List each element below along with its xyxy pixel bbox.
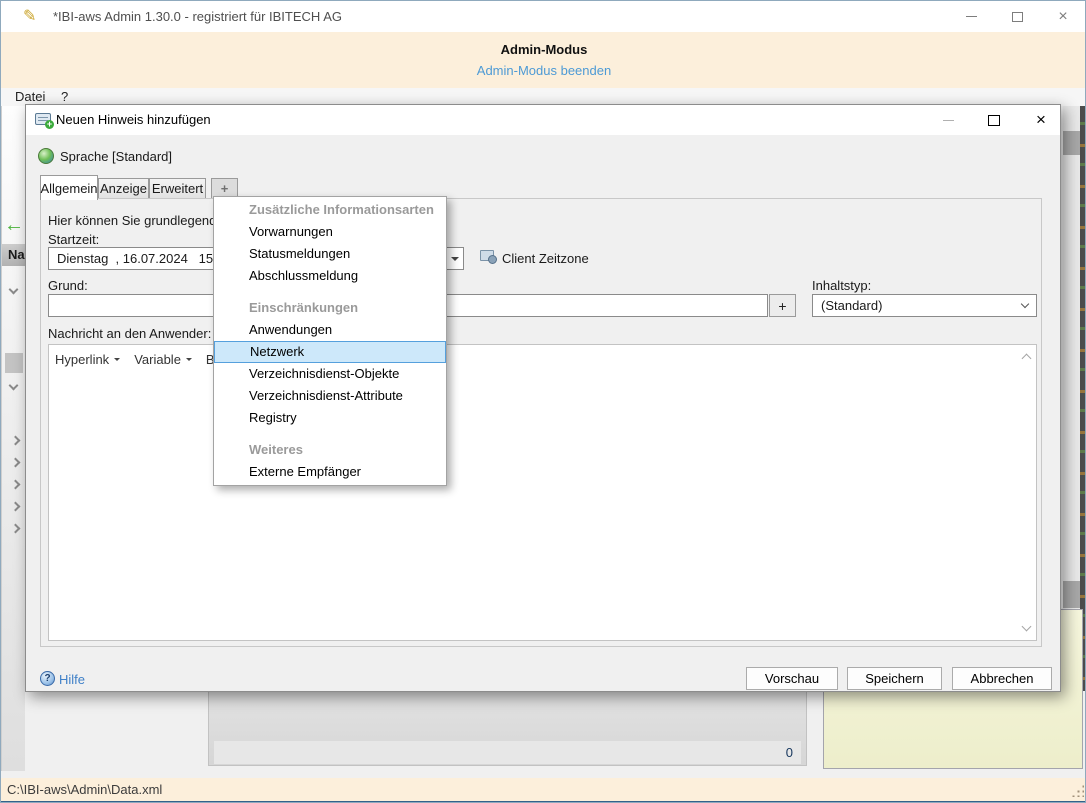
minimize-icon <box>943 120 954 121</box>
back-arrow-icon[interactable]: ← <box>4 214 24 236</box>
startzeit-dropdown-button[interactable] <box>446 248 463 269</box>
resize-grip[interactable] <box>1071 784 1084 797</box>
tree-collapse-icon[interactable] <box>11 436 21 446</box>
grund-label: Grund: <box>48 278 88 293</box>
tab-allgemein[interactable]: Allgemein <box>40 175 98 200</box>
maximize-icon <box>988 115 1000 126</box>
maximize-icon <box>1012 12 1023 22</box>
popup-item-verzeichnisdienst-attribute[interactable]: Verzeichnisdienst-Attribute <box>214 385 446 407</box>
count-field: 0 <box>214 741 801 764</box>
tree-column-header-label: Na <box>2 247 25 262</box>
popup-item-vorwarnungen[interactable]: Vorwarnungen <box>214 221 446 243</box>
dialog-neuen-hinweis: + Neuen Hinweis hinzufügen × Sprache [St… <box>25 104 1061 692</box>
close-icon: × <box>1058 8 1067 26</box>
main-maximize-button[interactable] <box>997 1 1037 32</box>
speichern-button[interactable]: Speichern <box>847 667 942 690</box>
popup-header-weiteres: Weiteres <box>214 439 446 461</box>
dialog-maximize-button[interactable] <box>978 105 1010 135</box>
client-timezone-icon <box>480 250 494 261</box>
popup-header-einschraenkungen: Einschränkungen <box>214 297 446 319</box>
background-marker-strip <box>1080 106 1086 691</box>
popup-item-statusmeldungen[interactable]: Statusmeldungen <box>214 243 446 265</box>
main-minimize-button[interactable] <box>951 1 991 32</box>
chevron-down-icon <box>114 358 120 361</box>
popup-item-netzwerk[interactable]: Netzwerk <box>214 341 446 363</box>
popup-item-abschlussmeldung[interactable]: Abschlussmeldung <box>214 265 446 287</box>
main-window-title: *IBI-aws Admin 1.30.0 - registriert für … <box>53 1 342 32</box>
admin-mode-exit-link[interactable]: Admin-Modus beenden <box>1 63 1086 78</box>
chevron-down-icon <box>1021 300 1029 308</box>
main-titlebar: ✎ *IBI-aws Admin 1.30.0 - registriert fü… <box>1 1 1086 32</box>
status-bar: C:\IBI-aws\Admin\Data.xml <box>1 778 1086 801</box>
timezone-label: Client Zeitzone <box>502 251 589 266</box>
startzeit-label: Startzeit: <box>48 232 99 247</box>
app-icon: ✎ <box>23 8 41 26</box>
popup-separator <box>214 287 446 297</box>
tab-label: Erweitert <box>152 181 203 196</box>
tree-selected-row[interactable] <box>5 353 23 373</box>
scrollbar-thumb[interactable] <box>1063 581 1080 608</box>
abbrechen-button[interactable]: Abbrechen <box>952 667 1052 690</box>
tree-column-header: Na <box>2 244 26 266</box>
variable-menu-button[interactable]: Variable <box>134 352 181 367</box>
dialog-minimize-button[interactable] <box>932 105 964 135</box>
tab-label: Anzeige <box>100 181 147 196</box>
tab-label: Allgemein <box>40 181 97 196</box>
button-label: Abbrechen <box>971 671 1034 686</box>
admin-banner: Admin-Modus Admin-Modus beenden <box>1 32 1086 88</box>
tab-anzeige[interactable]: Anzeige <box>98 178 149 199</box>
hint-bubble-icon: + <box>35 113 51 125</box>
tree-panel: ← Na <box>1 106 25 771</box>
inhaltstyp-label: Inhaltstyp: <box>812 278 871 293</box>
inhaltstyp-value: (Standard) <box>821 298 882 313</box>
vorschau-button[interactable]: Vorschau <box>746 667 838 690</box>
add-tab-popup-menu: Zusätzliche Informationsarten Vorwarnung… <box>213 196 447 486</box>
help-link[interactable]: Hilfe <box>59 672 85 687</box>
status-path: C:\IBI-aws\Admin\Data.xml <box>1 782 162 797</box>
tab-erweitert[interactable]: Erweitert <box>149 178 206 199</box>
chevron-down-icon <box>451 257 459 261</box>
tree-collapse-icon[interactable] <box>11 502 21 512</box>
scroll-down-icon[interactable] <box>1022 622 1032 632</box>
popup-item-anwendungen[interactable]: Anwendungen <box>214 319 446 341</box>
language-label: Sprache [Standard] <box>60 149 172 164</box>
tree-expand-icon[interactable] <box>9 285 19 295</box>
minimize-icon <box>966 16 977 17</box>
intro-text: Hier können Sie grundlegende Ei <box>48 213 239 228</box>
popup-item-verzeichnisdienst-objekte[interactable]: Verzeichnisdienst-Objekte <box>214 363 446 385</box>
hyperlink-menu-button[interactable]: Hyperlink <box>55 352 109 367</box>
chevron-down-icon <box>186 358 192 361</box>
tree-collapse-icon[interactable] <box>11 480 21 490</box>
scrollbar-thumb[interactable] <box>1063 131 1080 155</box>
main-close-button[interactable]: × <box>1043 1 1083 32</box>
help-icon: ? <box>40 671 55 686</box>
popup-item-externe-empfaenger[interactable]: Externe Empfänger <box>214 461 446 483</box>
globe-icon <box>38 148 54 164</box>
app-window: ✎ *IBI-aws Admin 1.30.0 - registriert fü… <box>0 0 1086 803</box>
button-label: Vorschau <box>765 671 819 686</box>
grund-add-button[interactable]: + <box>769 294 796 317</box>
tree-collapse-icon[interactable] <box>11 458 21 468</box>
message-toolbar: Hyperlink Variable Be <box>49 345 1036 373</box>
tree-expand-icon[interactable] <box>9 381 19 391</box>
popup-header-informationsarten: Zusätzliche Informationsarten <box>214 199 446 221</box>
popup-item-registry[interactable]: Registry <box>214 407 446 429</box>
dialog-title: Neuen Hinweis hinzufügen <box>56 105 211 135</box>
popup-separator <box>214 429 446 439</box>
inhaltstyp-select[interactable]: (Standard) <box>812 294 1037 317</box>
dialog-titlebar: + Neuen Hinweis hinzufügen × <box>26 105 1060 135</box>
close-icon: × <box>1036 110 1046 130</box>
plus-icon: + <box>778 298 786 314</box>
startzeit-value: Dienstag , 16.07.2024 15:40 <box>57 251 231 266</box>
message-editor[interactable]: Hyperlink Variable Be <box>48 344 1037 641</box>
nachricht-label: Nachricht an den Anwender: <box>48 326 211 341</box>
dialog-close-button[interactable]: × <box>1025 105 1057 135</box>
background-scroll-area[interactable] <box>1063 106 1080 611</box>
button-label: Speichern <box>865 671 924 686</box>
plus-icon: + <box>221 181 229 196</box>
tree-collapse-icon[interactable] <box>11 524 21 534</box>
admin-mode-title: Admin-Modus <box>1 42 1086 57</box>
